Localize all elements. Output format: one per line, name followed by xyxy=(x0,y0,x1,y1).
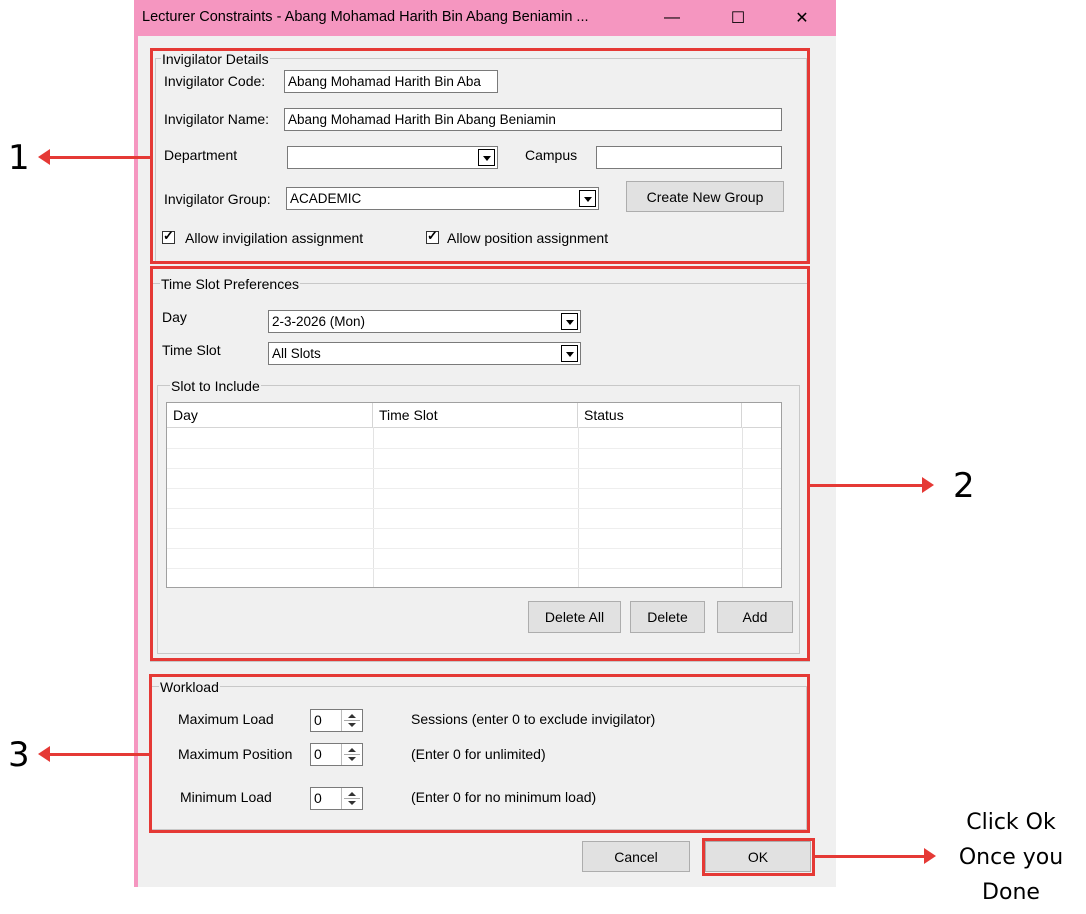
window-border xyxy=(134,36,138,887)
close-icon: ✕ xyxy=(795,10,809,27)
ok-instruction-note: Click Ok Once you Done xyxy=(944,805,1078,910)
note-line-2: Once you xyxy=(958,845,1064,870)
callout-number-1: 1 xyxy=(8,138,30,178)
callout-line-ok xyxy=(815,855,925,858)
close-button[interactable]: ✕ xyxy=(779,0,825,36)
callout-line-1 xyxy=(48,156,150,159)
maximize-icon: ☐ xyxy=(730,10,746,27)
note-line-3: Done xyxy=(982,880,1040,905)
highlight-box-ok xyxy=(702,838,815,876)
callout-number-2: 2 xyxy=(953,466,975,506)
note-line-1: Click Ok xyxy=(966,810,1056,835)
arrow-right-icon xyxy=(924,848,936,864)
callout-line-2 xyxy=(810,484,924,487)
callout-number-3: 3 xyxy=(8,735,30,775)
highlight-box-2 xyxy=(150,266,810,661)
highlight-box-1 xyxy=(150,48,810,264)
maximize-button[interactable]: ☐ xyxy=(715,0,761,36)
arrow-right-icon xyxy=(922,477,934,493)
window-title: Lecturer Constraints - Abang Mohamad Har… xyxy=(142,9,589,25)
callout-line-3 xyxy=(48,753,149,756)
highlight-box-3 xyxy=(149,674,810,833)
minimize-button[interactable]: — xyxy=(649,0,695,36)
cancel-button[interactable]: Cancel xyxy=(582,841,690,872)
minimize-icon: — xyxy=(664,9,680,26)
